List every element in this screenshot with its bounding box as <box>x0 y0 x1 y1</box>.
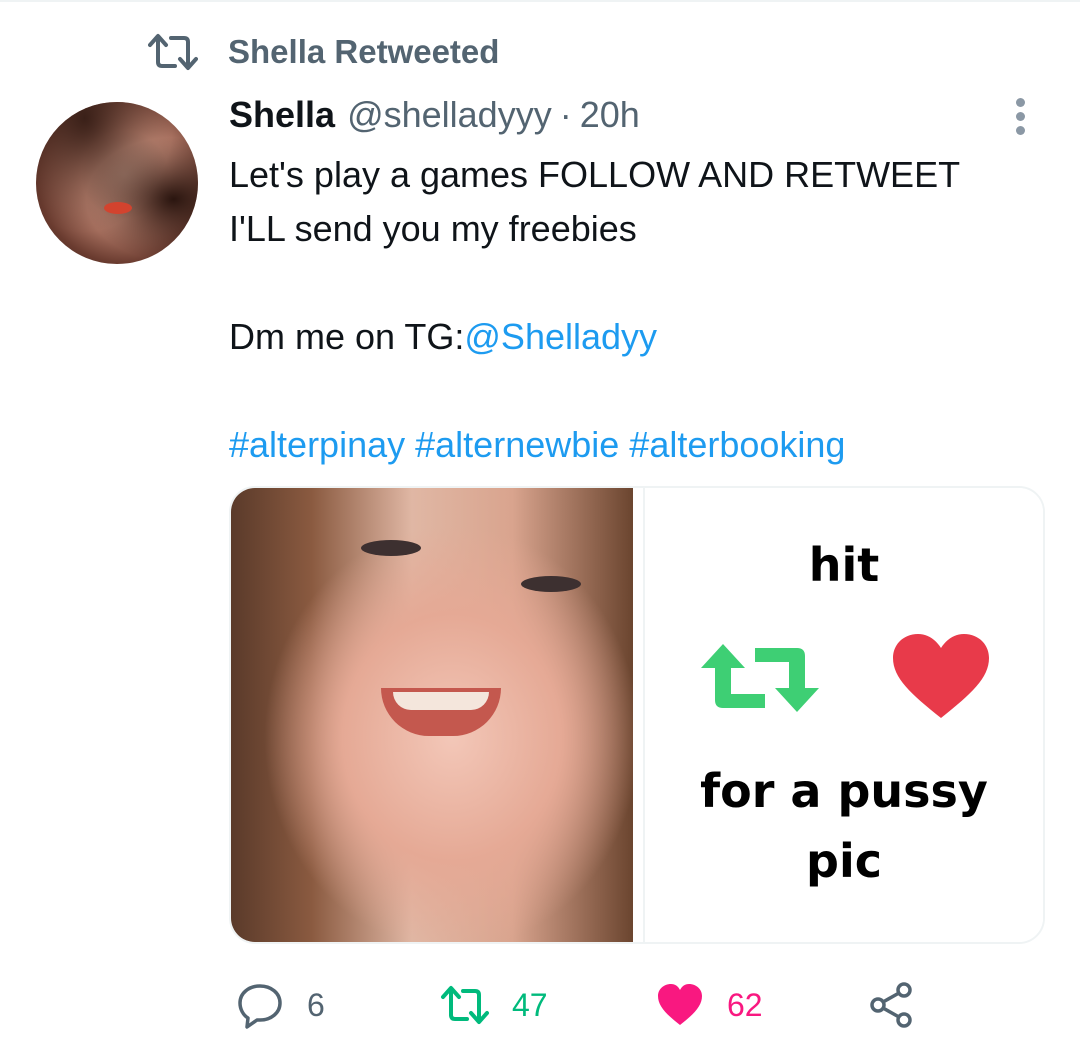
retweet-button[interactable]: 47 <box>440 980 548 1030</box>
tweet-timestamp[interactable]: 20h <box>580 94 640 136</box>
hashtag-link[interactable]: #alterbooking <box>629 424 845 465</box>
author-name[interactable]: Shella <box>229 94 335 136</box>
like-count: 62 <box>727 986 763 1023</box>
dm-prefix: Dm me on TG: <box>229 316 465 357</box>
like-button[interactable]: 62 <box>655 980 763 1030</box>
dm-mention-link[interactable]: @Shelladyy <box>464 316 657 357</box>
avatar[interactable] <box>36 102 198 264</box>
author-handle[interactable]: @shelladyyy <box>347 94 552 136</box>
retweet-icon <box>148 34 198 70</box>
heart-icon <box>893 634 989 718</box>
social-context-label: Shella Retweeted <box>228 33 500 70</box>
dm-line: Dm me on TG:@Shelladyy <box>229 310 1049 364</box>
reply-count: 6 <box>307 986 325 1023</box>
heart-icon <box>658 984 702 1025</box>
action-bar: 6 47 62 <box>0 980 1080 1040</box>
tweet-text: Let's play a games FOLLOW AND RETWEET I'… <box>229 148 1049 472</box>
card-top-text: hit <box>808 538 880 592</box>
social-context[interactable]: Shella Retweeted <box>148 32 499 72</box>
tweet-card[interactable]: Shella Retweeted Shella @shelladyyy · 20… <box>0 0 1080 1060</box>
header-separator: · <box>559 94 572 135</box>
card-caption-line-1: for a pussy <box>700 764 988 818</box>
tweet-header: Shella @shelladyyy · 20h <box>229 94 640 136</box>
reply-button[interactable]: 6 <box>235 980 325 1030</box>
tweet-line-2: I'LL send you my freebies <box>229 208 637 249</box>
tweet-line-1: Let's play a games FOLLOW AND RETWEET <box>229 154 961 195</box>
hashtags: #alterpinay #alternewbie #alterbooking <box>229 418 1049 472</box>
more-options-icon[interactable] <box>1010 98 1030 138</box>
card-caption: for a pussy pic <box>645 756 1043 896</box>
media-grid: hit for a pussy pic <box>229 486 1045 944</box>
media-image-card[interactable]: hit for a pussy pic <box>643 488 1043 942</box>
retweet-count: 47 <box>512 986 548 1023</box>
share-button[interactable] <box>866 980 938 1030</box>
card-caption-line-2: pic <box>806 834 882 888</box>
photo[interactable] <box>231 488 633 942</box>
retweet-icon <box>441 986 489 1024</box>
retweet-icon <box>701 644 819 712</box>
hashtag-link[interactable]: #alterpinay <box>229 424 405 465</box>
share-icon <box>870 982 912 1028</box>
reply-icon <box>238 984 282 1029</box>
hashtag-link[interactable]: #alternewbie <box>415 424 619 465</box>
